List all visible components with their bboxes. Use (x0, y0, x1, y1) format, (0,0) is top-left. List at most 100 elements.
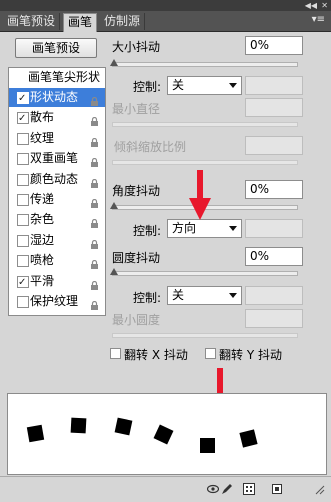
roundness-control-label: 控制: (133, 291, 162, 305)
roundness-control-value: 关 (172, 288, 185, 302)
lock-icon[interactable] (90, 134, 99, 147)
list-item-checkbox[interactable] (17, 273, 29, 292)
panel-menu-icon[interactable]: ▾≡ (312, 14, 325, 25)
list-item[interactable]: 杂色 (9, 210, 105, 229)
lock-icon[interactable] (90, 154, 99, 168)
list-item-label: 形状动态 (30, 90, 79, 104)
brush-settings-list: 画笔笔尖形状 形状动态散布纹理双重画笔颜色动态传递杂色湿边喷枪平滑保护纹理 (8, 67, 106, 316)
lock-icon[interactable] (90, 256, 99, 270)
brush-dab (114, 417, 133, 436)
list-item-checkbox[interactable] (17, 214, 29, 227)
list-item-label: 散布 (30, 110, 55, 125)
size-jitter-slider[interactable] (112, 62, 298, 67)
brush-dab (153, 424, 174, 445)
flip-x-checkbox[interactable] (110, 348, 121, 359)
list-item-brush-tip-shape[interactable]: 画笔笔尖形状 (9, 68, 105, 87)
lock-icon[interactable] (90, 113, 99, 127)
min-diameter-slider (112, 122, 298, 127)
list-item-label: 湿边 (30, 232, 55, 247)
panel-bottom-bar (0, 476, 331, 502)
brush-presets-button[interactable]: 画笔预设 (15, 38, 97, 58)
flip-y-checkbox[interactable] (205, 348, 216, 359)
angle-jitter-field[interactable]: 0% (245, 180, 303, 199)
size-jitter-field[interactable]: 0% (245, 36, 303, 55)
list-item-checkbox[interactable] (17, 153, 29, 166)
angle-jitter-label: 角度抖动 (112, 184, 161, 198)
panel-title-strip: ◀◀ ✕ (0, 0, 331, 11)
roundness-control-fade-field (245, 286, 303, 305)
min-roundness-label: 最小圆度 (112, 313, 161, 327)
tab-brush[interactable]: 画笔 (63, 13, 98, 32)
angle-control-label: 控制: (133, 224, 162, 238)
chevron-down-icon (229, 293, 237, 298)
list-item[interactable]: 双重画笔 (9, 149, 105, 168)
tab-clone-source[interactable]: 仿制源 (100, 13, 146, 30)
list-item-checkbox[interactable] (17, 234, 29, 247)
flip-y-label: 翻转 Y 抖动 (219, 348, 282, 362)
size-control-value: 关 (172, 78, 185, 92)
size-control-select[interactable]: 关 (167, 76, 242, 95)
list-item-label: 杂色 (30, 212, 55, 227)
resize-grip-icon[interactable] (313, 483, 325, 495)
list-item-checkbox[interactable] (17, 194, 29, 206)
grid-icon[interactable] (243, 483, 255, 495)
chevron-down-icon (229, 83, 237, 88)
roundness-jitter-slider[interactable] (112, 271, 298, 276)
lock-icon[interactable] (90, 277, 99, 290)
list-item-checkbox[interactable] (17, 109, 29, 128)
roundness-jitter-slider-thumb[interactable] (110, 268, 118, 275)
chevron-down-icon (229, 226, 237, 231)
list-item[interactable]: 形状动态 (9, 88, 105, 108)
toggle-live-tip-preview-icon[interactable] (207, 483, 219, 495)
list-item[interactable]: 纹理 (9, 129, 105, 148)
brush-dab (70, 417, 87, 434)
tilt-scale-field (245, 136, 303, 155)
list-item-checkbox[interactable] (17, 173, 29, 186)
angle-control-value: 方向 (172, 221, 197, 235)
list-item[interactable]: 喷枪 (9, 251, 105, 270)
roundness-control-select[interactable]: 关 (167, 286, 242, 305)
flip-x-label: 翻转 X 抖动 (124, 348, 188, 362)
list-item-label: 画笔笔尖形状 (28, 70, 101, 84)
angle-jitter-slider-thumb[interactable] (110, 202, 118, 209)
brush-edit-icon[interactable] (221, 483, 233, 495)
lock-icon[interactable] (90, 297, 99, 310)
list-item-label: 双重画笔 (30, 151, 79, 166)
roundness-jitter-field[interactable]: 0% (245, 247, 303, 266)
list-item-checkbox[interactable] (17, 89, 29, 108)
min-roundness-field (245, 309, 303, 328)
new-brush-icon[interactable] (271, 483, 283, 495)
collapse-panel-icon[interactable]: ◀◀ (305, 1, 317, 10)
list-item-label: 喷枪 (30, 253, 55, 268)
size-jitter-label: 大小抖动 (112, 40, 161, 54)
size-control-fade-field (245, 76, 303, 95)
list-item[interactable]: 平滑 (9, 272, 105, 292)
tilt-scale-slider (112, 160, 298, 165)
brush-dab (200, 438, 215, 453)
list-item[interactable]: 散布 (9, 108, 105, 128)
list-item[interactable]: 保护纹理 (9, 292, 105, 311)
list-item[interactable]: 湿边 (9, 231, 105, 250)
panel-tab-bar: 画笔预设 画笔 仿制源 (0, 11, 331, 32)
lock-icon[interactable] (90, 215, 99, 229)
min-roundness-slider (112, 333, 298, 338)
list-item-checkbox[interactable] (17, 132, 29, 145)
list-item-label: 平滑 (30, 273, 55, 288)
tilt-scale-label: 倾斜缩放比例 (114, 140, 187, 154)
min-diameter-field (245, 98, 303, 117)
list-item[interactable]: 传递 (9, 190, 105, 209)
list-item[interactable]: 颜色动态 (9, 170, 105, 189)
lock-icon[interactable] (90, 175, 99, 188)
list-item-label: 传递 (30, 192, 55, 206)
list-item-checkbox[interactable] (17, 255, 29, 268)
close-panel-icon[interactable]: ✕ (321, 1, 328, 10)
list-item-checkbox[interactable] (17, 296, 29, 308)
size-jitter-slider-thumb[interactable] (110, 59, 118, 66)
roundness-jitter-label: 圆度抖动 (112, 251, 161, 265)
lock-icon[interactable] (90, 236, 99, 249)
tab-brush-presets[interactable]: 画笔预设 (3, 13, 61, 30)
lock-icon[interactable] (90, 195, 99, 208)
stroke-preview (7, 393, 327, 475)
size-control-label: 控制: (133, 80, 162, 94)
lock-icon[interactable] (90, 93, 99, 106)
